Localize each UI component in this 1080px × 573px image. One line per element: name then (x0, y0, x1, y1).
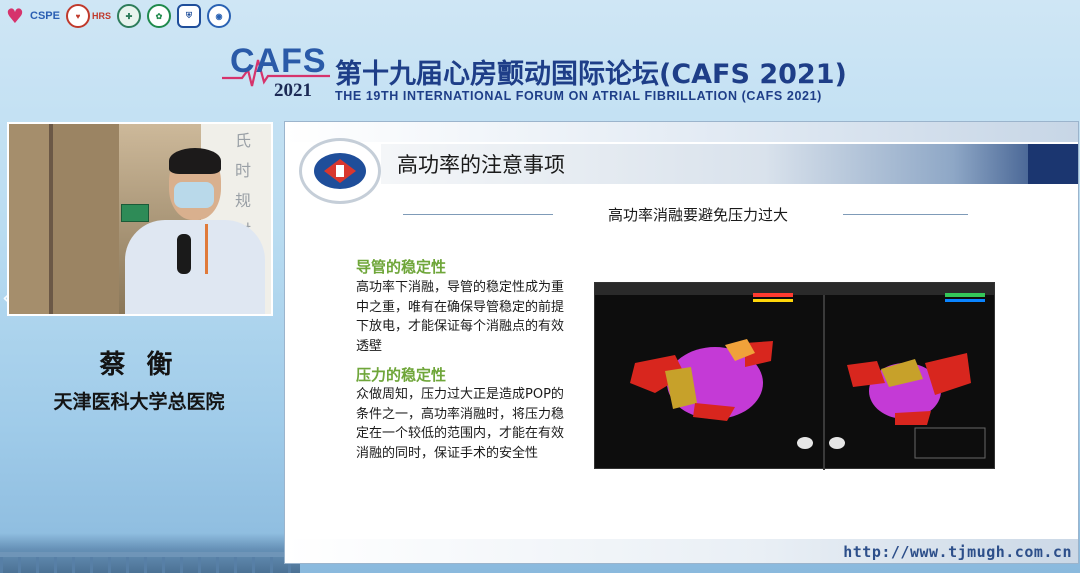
speaker-organization: 天津医科大学总医院 (53, 391, 225, 413)
society-seal-icon: ✚ (116, 4, 141, 28)
slide-subtitle: 高功率消融要避免压力过大 (607, 206, 788, 224)
face-mask (174, 182, 214, 208)
atrium-render-icon (630, 293, 986, 459)
speaker-lanyard (205, 224, 208, 274)
slide-title-bar-accent (1028, 144, 1078, 184)
subtitle-rule-right (843, 214, 968, 215)
cafs-logo-word: CAFS (230, 42, 327, 80)
cspe-logo: ♥ CSPE (6, 5, 60, 27)
section-body-catheter-stability: 高功率下消融，导管的稳定性成为重中之重，唯有在确保导管稳定的前提下放电，才能保证… (356, 280, 565, 354)
section-heading-catheter-stability: 导管的稳定性 (356, 258, 447, 276)
speaker-hair (169, 148, 221, 174)
speaker-name: 蔡 衡 (99, 350, 179, 380)
cafs-logo-year: 2021 (274, 80, 312, 101)
speaker-body (125, 220, 265, 314)
hospital-url: http://www.tjmugh.com.cn (843, 543, 1072, 561)
forum-title-chinese: 第十九届心房颤动国际论坛(CAFS 2021) (335, 59, 847, 90)
cspe-logo-text: CSPE (30, 10, 60, 22)
background-bridge-pillars (0, 557, 300, 573)
previous-arrow-icon[interactable]: ‹ (2, 286, 11, 311)
shield-icon: ⛨ (176, 4, 201, 28)
microphone-icon (177, 234, 191, 274)
section-body-pressure-stability: 众做周知，压力过大正是造成POP的条件之一，高功率消融时，将压力稳定在一个较低的… (356, 387, 565, 461)
subtitle-rule-left (403, 214, 553, 215)
section-heading-pressure-stability: 压力的稳定性 (356, 366, 447, 384)
slide-title: 高功率的注意事项 (397, 153, 565, 177)
presentation-slide: 高功率的注意事项 高功率消融要避免压力过大 导管的稳定性 高功率下消融，导管的稳… (284, 121, 1079, 564)
university-logo-icon (299, 138, 381, 204)
exit-sign-icon (121, 204, 149, 222)
hospital-emblem-icon: ◉ (206, 4, 231, 28)
university-emblem-icon (314, 153, 366, 189)
medical-association-icon: ✿ (146, 4, 171, 28)
forum-title-english: THE 19TH INTERNATIONAL FORUM ON ATRIAL F… (335, 89, 822, 103)
speaker-video: 氏时规时 (7, 122, 273, 316)
electroanatomic-map-image (594, 282, 995, 470)
heart-icon: ♥ (6, 4, 24, 28)
slide-subtitle-row: 高功率消融要避免压力过大 (403, 202, 968, 226)
hrs-logo-icon: ♥ (65, 4, 90, 28)
slide-top-bar (285, 122, 1078, 142)
sponsor-logos: ♥ CSPE ♥ HRS ✚ ✿ ⛨ ◉ (6, 4, 231, 28)
hrs-logo-text: HRS (91, 11, 111, 21)
cafs-logo: CAFS 2021 (222, 42, 330, 101)
